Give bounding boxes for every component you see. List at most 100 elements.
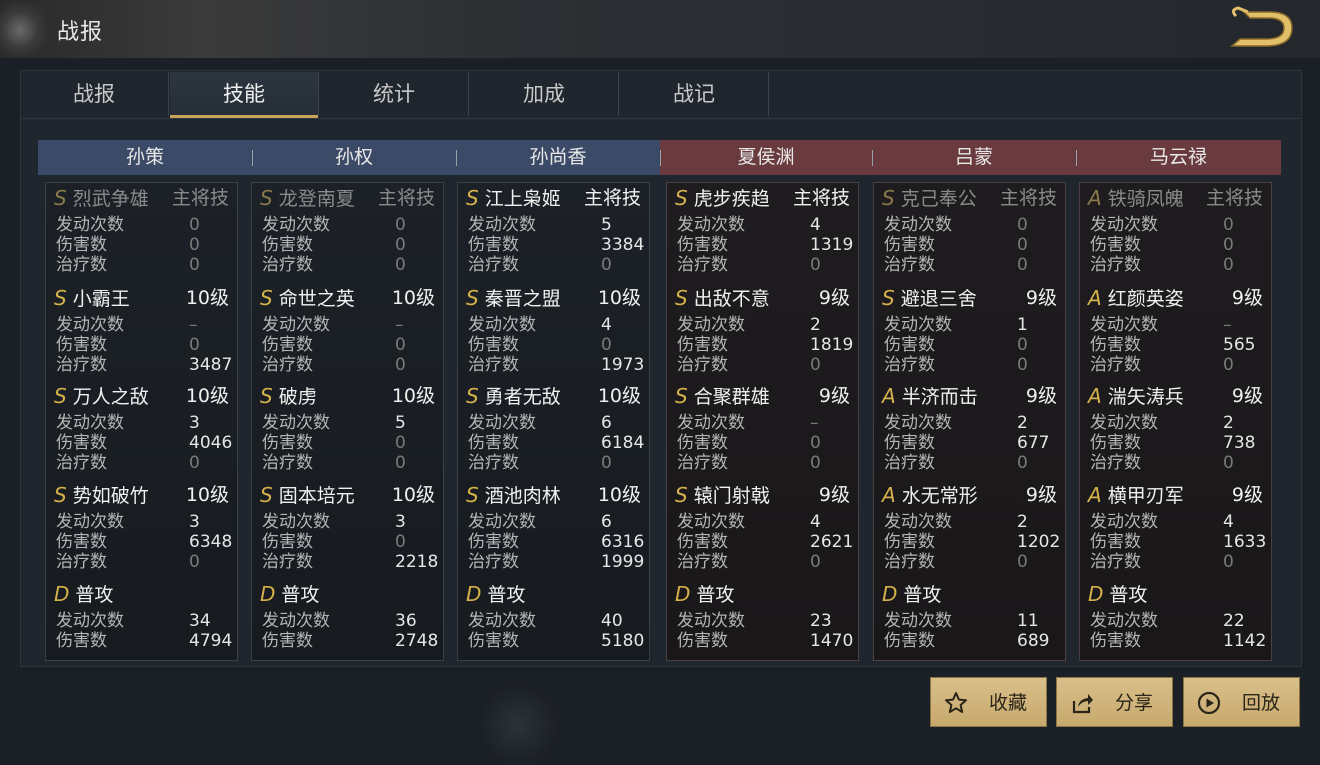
skill-name[interactable]: A 横甲刃军 [1088, 482, 1184, 508]
skill-level: 10级 [391, 484, 435, 506]
stat-damage-value: 0 [1017, 235, 1028, 255]
skill-name-text: 水无常形 [901, 485, 978, 507]
skill-level: 9级 [1025, 287, 1057, 309]
stat-damage-value: 0 [395, 433, 406, 453]
skill-name[interactable]: S 虎步疾趋 [675, 185, 770, 211]
skill-name[interactable]: A 湍矢涛兵 [1088, 383, 1184, 409]
stat-trigger-label: 发动次数 [1090, 611, 1158, 631]
stat-heal-label: 治疗数 [884, 255, 935, 275]
stat-trigger-label: 发动次数 [468, 413, 536, 433]
stat-trigger-value: 2 [810, 315, 821, 335]
stat-damage-label: 伤害数 [56, 631, 107, 651]
stat-trigger-label: 发动次数 [468, 215, 536, 235]
stat-trigger-label: 发动次数 [56, 512, 124, 532]
stat-trigger-value: 34 [189, 611, 211, 631]
stat-trigger-label: 发动次数 [884, 215, 952, 235]
skill-name[interactable]: D 普攻 [466, 581, 525, 607]
stat-heal-value: 0 [189, 453, 200, 473]
skill-level: 10级 [391, 385, 435, 407]
skill-name[interactable]: S 江上枭姬 [466, 185, 561, 211]
stat-heal-value: 0 [810, 552, 821, 572]
hero-skill-column: S 烈武争雄 主将技 发动次数 0 伤害数 0 治疗数 0 S 小霸王 10级 发动次数 – 伤害数 0 治疗数… [45, 182, 238, 661]
stat-heal-label: 治疗数 [468, 453, 519, 473]
stat-trigger-label: 发动次数 [262, 215, 330, 235]
stat-trigger-label: 发动次数 [468, 512, 536, 532]
skill-grade: S [882, 186, 895, 210]
skill-name[interactable]: S 命世之英 [260, 285, 355, 311]
stat-heal-value: 0 [1223, 552, 1234, 572]
skill-name[interactable]: S 龙登南夏 [260, 185, 355, 211]
skill-name-text: 普攻 [696, 584, 735, 606]
stat-trigger-value: – [189, 315, 198, 335]
stat-damage-value: 0 [395, 335, 406, 355]
stat-heal-label: 治疗数 [468, 255, 519, 275]
skill-name[interactable]: S 酒池肉林 [466, 482, 561, 508]
close-dragon-icon[interactable] [1226, 6, 1298, 52]
skill-level: 主将技 [377, 187, 435, 209]
stat-heal-label: 治疗数 [56, 355, 107, 375]
skill-name-text: 普攻 [1109, 584, 1148, 606]
skill-name[interactable]: A 水无常形 [882, 482, 978, 508]
replay-button[interactable]: 回放 [1183, 677, 1300, 727]
share-button[interactable]: 分享 [1056, 677, 1173, 727]
stat-damage-label: 伤害数 [677, 532, 728, 552]
stat-trigger-label: 发动次数 [468, 611, 536, 631]
skill-name-text: 普攻 [281, 584, 320, 606]
skill-grade: S [54, 483, 67, 507]
skill-name[interactable]: A 半济而击 [882, 383, 978, 409]
skill-grade: S [260, 384, 273, 408]
stat-trigger-value: 36 [395, 611, 417, 631]
skill-name[interactable]: S 勇者无敌 [466, 383, 561, 409]
skill-name[interactable]: S 万人之敌 [54, 383, 149, 409]
tab-skills[interactable]: 技能 [170, 72, 319, 118]
skill-name[interactable]: S 出敌不意 [675, 285, 770, 311]
skill-level: 主将技 [792, 187, 850, 209]
tab-divider [20, 118, 1300, 119]
stat-damage-value: 1470 [810, 631, 854, 651]
skill-name[interactable]: S 固本培元 [260, 482, 355, 508]
skill-name[interactable]: D 普攻 [882, 581, 941, 607]
skill-name[interactable]: S 烈武争雄 [54, 185, 149, 211]
skill-level: 9级 [818, 385, 850, 407]
stat-trigger-value: 2 [1223, 413, 1234, 433]
stat-damage-label: 伤害数 [468, 335, 519, 355]
skill-name[interactable]: S 破虏 [260, 383, 317, 409]
stat-heal-value: 1999 [601, 552, 645, 572]
stat-trigger-label: 发动次数 [1090, 413, 1158, 433]
tab-bonus[interactable]: 加成 [470, 72, 619, 116]
skill-name[interactable]: S 小霸王 [54, 285, 130, 311]
skill-name[interactable]: A 红颜英姿 [1088, 285, 1184, 311]
skill-name[interactable]: D 普攻 [260, 581, 319, 607]
stat-heal-label: 治疗数 [1090, 453, 1141, 473]
skill-grade: S [54, 384, 67, 408]
skill-name-text: 避退三舍 [900, 288, 977, 310]
stat-trigger-value: 4 [810, 512, 821, 532]
stat-trigger-value: – [1223, 315, 1232, 335]
tab-battle-report[interactable]: 战报 [20, 72, 169, 116]
skill-name[interactable]: A 铁骑凤魄 [1088, 185, 1184, 211]
skill-name[interactable]: S 合聚群雄 [675, 383, 770, 409]
stat-damage-value: 0 [189, 235, 200, 255]
favorite-button[interactable]: 收藏 [930, 677, 1047, 727]
skill-name[interactable]: S 秦晋之盟 [466, 285, 561, 311]
tab-statistics[interactable]: 统计 [320, 72, 469, 116]
skill-name[interactable]: D 普攻 [54, 581, 113, 607]
stat-heal-value: 0 [601, 255, 612, 275]
stat-heal-label: 治疗数 [1090, 355, 1141, 375]
stat-heal-label: 治疗数 [1090, 552, 1141, 572]
stat-damage-value: 0 [395, 235, 406, 255]
skill-name[interactable]: D 普攻 [1088, 581, 1147, 607]
skill-name[interactable]: S 克己奉公 [882, 185, 977, 211]
stat-trigger-value: 0 [1017, 215, 1028, 235]
tab-battle-log[interactable]: 战记 [620, 72, 769, 116]
stat-damage-label: 伤害数 [677, 631, 728, 651]
skill-name[interactable]: S 势如破竹 [54, 482, 149, 508]
stat-trigger-value: 11 [1017, 611, 1039, 631]
skill-name-text: 铁骑凤魄 [1107, 188, 1184, 210]
skill-name[interactable]: S 避退三舍 [882, 285, 977, 311]
skill-name[interactable]: D 普攻 [675, 581, 734, 607]
stat-trigger-label: 发动次数 [884, 611, 952, 631]
stat-damage-label: 伤害数 [677, 433, 728, 453]
skill-name[interactable]: S 辕门射戟 [675, 482, 770, 508]
stat-trigger-value: 1 [1017, 315, 1028, 335]
